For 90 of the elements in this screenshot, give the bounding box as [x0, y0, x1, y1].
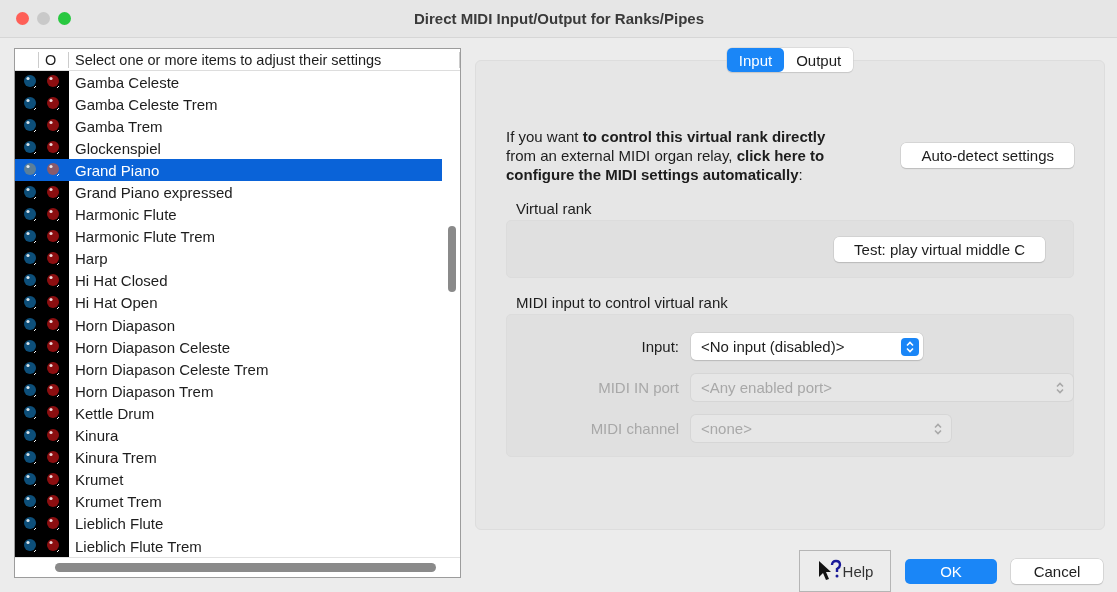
indicator-icon	[23, 427, 38, 444]
indicator-icon	[46, 140, 61, 157]
column-header[interactable]: O	[39, 51, 69, 68]
field-label: MIDI IN port	[597, 379, 680, 396]
scrollbar-thumb[interactable]	[448, 226, 456, 292]
list-row[interactable]: Krumet	[15, 468, 442, 491]
indicator-icon	[46, 74, 61, 91]
list-row[interactable]: Grand Piano expressed	[15, 181, 442, 204]
list-row[interactable]: Horn Diapason	[15, 314, 442, 337]
indicator-icon	[23, 295, 38, 311]
indicator-icon	[46, 339, 61, 356]
indicator-icon	[23, 383, 38, 400]
indicator-icon	[46, 361, 61, 378]
list-row[interactable]: Lieblich Flute	[15, 512, 442, 535]
stepper-icon	[901, 337, 919, 356]
help-button[interactable]: Help	[799, 550, 891, 592]
indicator-icon	[23, 162, 38, 179]
group-title: Virtual rank	[516, 200, 593, 217]
list-row[interactable]: Gamba Trem	[15, 115, 442, 138]
test-button[interactable]: Test: play virtual middle C	[834, 236, 1045, 262]
minimize-button[interactable]	[37, 12, 50, 25]
column-header[interactable]: Select one or more items to adjust their settings	[69, 51, 460, 68]
indicator-icon	[23, 118, 38, 135]
indicator-icon	[46, 383, 61, 400]
indicator-icon	[23, 206, 38, 223]
indicator-icon	[23, 449, 38, 466]
indicator-icon	[46, 538, 61, 554]
indicator-icon	[46, 317, 61, 334]
list-row[interactable]: Kinura Trem	[15, 446, 442, 469]
indicator-icon	[23, 493, 38, 510]
list-row[interactable]: Harp	[15, 247, 442, 270]
field-label: MIDI channel	[589, 420, 680, 437]
close-button[interactable]	[16, 12, 29, 25]
indicator-icon	[23, 184, 38, 201]
cancel-button[interactable]: Cancel	[1011, 558, 1103, 584]
list-row[interactable]: Horn Diapason Celeste	[15, 336, 442, 359]
zoom-button[interactable]	[58, 12, 71, 25]
list-row[interactable]: Harmonic Flute	[15, 203, 442, 226]
list-row[interactable]: Hi Hat Open	[15, 291, 442, 315]
list-row[interactable]: Horn Diapason Celeste Trem	[15, 358, 442, 381]
indicator-icon	[46, 471, 61, 488]
indicator-icon	[23, 96, 38, 113]
indicator-icon	[46, 295, 61, 311]
indicator-icon	[46, 405, 61, 422]
window-title: Direct MIDI Input/Output for Ranks/Pipes	[413, 10, 705, 27]
field-label: Input:	[640, 338, 680, 355]
indicator-icon	[46, 184, 61, 201]
dropdown[interactable]: <No input (disabled)>	[691, 333, 923, 360]
list-row[interactable]: Gamba Celeste	[15, 71, 442, 94]
intro-text: If you want to control this virtual rank directly from an external MIDI organ relay, click here to configure the MIDI settings automatically:	[506, 127, 827, 184]
list-row[interactable]: Glockenspiel	[15, 137, 442, 160]
scrollbar-thumb[interactable]	[55, 563, 436, 572]
list-row[interactable]: Kettle Drum	[15, 402, 442, 425]
indicator-icon	[46, 96, 61, 113]
ok-button[interactable]: OK	[905, 558, 997, 584]
indicator-icon	[46, 118, 61, 135]
indicator-icon	[46, 250, 61, 267]
indicator-icon	[46, 449, 61, 466]
indicator-icon	[23, 140, 38, 157]
indicator-icon	[46, 228, 61, 245]
indicator-icon	[23, 515, 38, 532]
indicator-icon	[23, 250, 38, 267]
help-cursor-icon	[816, 559, 843, 583]
indicator-icon	[23, 272, 38, 289]
indicator-icon	[23, 471, 38, 488]
indicator-icon	[46, 515, 61, 532]
indicator-icon	[46, 493, 61, 510]
indicator-icon	[23, 361, 38, 378]
group-title: MIDI input to control virtual rank	[516, 294, 729, 311]
indicator-icon	[23, 405, 38, 422]
list-row[interactable]: Harmonic Flute Trem	[15, 225, 442, 248]
indicator-icon	[46, 272, 61, 289]
list-row[interactable]: Hi Hat Closed	[15, 269, 442, 292]
list-row[interactable]: Horn Diapason Trem	[15, 380, 442, 403]
auto-detect-button[interactable]: Auto-detect settings	[901, 143, 1074, 168]
list-row[interactable]: Lieblich Flute Trem	[15, 534, 442, 557]
list-row[interactable]: Gamba Celeste Trem	[15, 93, 442, 116]
indicator-icon	[23, 228, 38, 245]
indicator-icon	[23, 538, 38, 554]
list-row[interactable]: Kinura	[15, 424, 442, 447]
indicator-icon	[23, 74, 38, 91]
tab[interactable]: Output	[784, 48, 854, 72]
indicator-icon	[46, 206, 61, 223]
list-row[interactable]: Krumet Trem	[15, 490, 442, 513]
list-row[interactable]: Grand Piano	[15, 159, 442, 182]
indicator-icon	[46, 162, 61, 179]
indicator-icon	[23, 317, 38, 334]
indicator-icon	[46, 427, 61, 444]
indicator-icon	[23, 339, 38, 356]
tab[interactable]: Input	[726, 48, 785, 72]
